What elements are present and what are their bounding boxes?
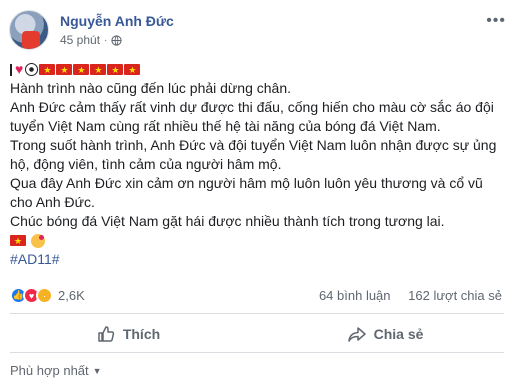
vietnam-flag-icon xyxy=(124,61,141,80)
post-text-line: Hành trình nào cũng đến lúc phải dừng ch… xyxy=(10,80,292,96)
post-text-line: cho Anh Đức. xyxy=(10,194,95,210)
share-arrow-icon xyxy=(347,327,366,342)
sort-label: Phù hợp nhất xyxy=(10,363,89,378)
soccer-ball-icon xyxy=(25,63,39,76)
share-label: Chia sẻ xyxy=(373,326,424,342)
like-button[interactable]: Thích xyxy=(0,318,257,350)
action-bar: Thích Chia sẻ xyxy=(0,318,514,350)
kiss-face-icon xyxy=(31,233,45,248)
vietnam-flag-icon xyxy=(39,61,56,80)
post-text-line: Anh Đức cảm thấy rất vinh dự được thi đấ… xyxy=(10,99,494,115)
emoji-line: ♥ xyxy=(10,60,508,80)
post-text-line: Qua đây Anh Đức xin cảm ơn người hâm mộ … xyxy=(10,175,483,191)
like-label: Thích xyxy=(122,326,161,342)
comments-count[interactable]: 64 bình luận xyxy=(319,288,391,303)
comments-sort-dropdown[interactable]: Phù hợp nhất ▼ xyxy=(10,363,102,378)
caret-down-icon: ▼ xyxy=(92,365,102,376)
post-text-line: hộ, động viên, tình cảm của người hâm mộ… xyxy=(10,156,282,172)
post-meta: 45 phút · xyxy=(60,33,123,47)
globe-icon[interactable] xyxy=(111,34,123,46)
meta-separator: · xyxy=(104,34,108,46)
more-options-icon[interactable]: ••• xyxy=(486,12,506,30)
vietnam-flag-icon xyxy=(107,61,124,80)
vietnam-flag-icon xyxy=(10,232,26,251)
reactions-summary[interactable]: 👍 ♥ · 2,6K xyxy=(10,287,85,304)
vietnam-flag-icon xyxy=(56,61,73,80)
vietnam-flag-icon xyxy=(90,61,107,80)
divider xyxy=(10,352,504,353)
post-text-line: Chúc bóng đá Việt Nam gặt hái được nhiều… xyxy=(10,213,445,229)
shares-count[interactable]: 162 lượt chia sẻ xyxy=(408,288,502,303)
sad-reaction-icon: · xyxy=(36,287,53,304)
vietnam-flag-icon xyxy=(73,61,90,80)
divider xyxy=(10,313,504,314)
post-body: ♥ Hành trình nào cũng đến lúc phải dừng … xyxy=(10,60,508,269)
engagement-counts: 64 bình luận 162 lượt chia sẻ xyxy=(319,288,502,303)
post-time[interactable]: 45 phút xyxy=(60,33,100,47)
heart-icon: ♥ xyxy=(15,61,24,77)
author-name[interactable]: Nguyễn Anh Đức xyxy=(60,13,174,29)
post-text-line: Trong suốt hành trình, Anh Đức và đội tu… xyxy=(10,137,497,153)
post-text-line: tuyển Việt Nam cùng rất nhiều thế hệ tài… xyxy=(10,118,441,134)
post-card: Nguyễn Anh Đức 45 phút · ••• ♥ Hành trìn… xyxy=(0,0,514,386)
cursor-bar-icon xyxy=(10,63,12,76)
author-avatar[interactable] xyxy=(9,10,49,50)
reactions-count[interactable]: 2,6K xyxy=(58,288,85,303)
thumbs-up-icon xyxy=(98,326,115,342)
hashtag-link[interactable]: #AD11# xyxy=(10,250,508,269)
emoji-line xyxy=(10,231,508,251)
share-button[interactable]: Chia sẻ xyxy=(257,318,514,350)
